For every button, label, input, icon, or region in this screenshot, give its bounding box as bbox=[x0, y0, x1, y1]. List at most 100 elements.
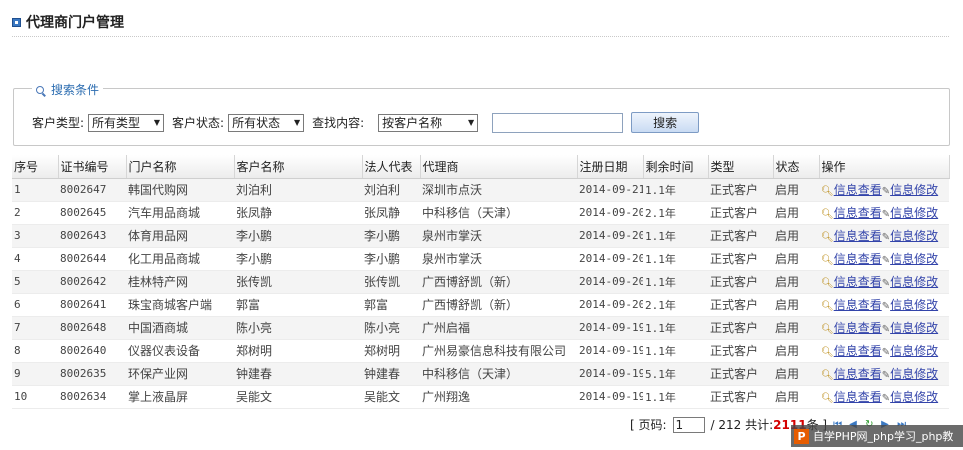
edit-info-link[interactable]: 信息修改 bbox=[890, 390, 938, 404]
keyword-input[interactable] bbox=[492, 112, 624, 133]
row-index: 3 bbox=[12, 224, 58, 248]
page-number-input[interactable]: 1 bbox=[672, 416, 705, 433]
edit-icon: ✎ bbox=[881, 324, 891, 335]
actions-cell: 🔍︎信息查看✎信息修改 bbox=[819, 316, 949, 340]
agent-name: 泉州市掌沃 bbox=[420, 247, 577, 271]
agent-name: 广西博舒凯（新） bbox=[420, 293, 577, 317]
remaining-time: 1.1年 bbox=[643, 270, 708, 294]
customer-type-select[interactable]: 所有类型 ▼ bbox=[88, 113, 165, 132]
page-title: 代理商门户管理 bbox=[26, 15, 124, 31]
cert-number: 8002643 bbox=[58, 224, 126, 248]
table-row: 7 8002648 中国酒商城 陈小亮 陈小亮 广州启福 2014-09-19 1.1年 正式客… bbox=[12, 316, 949, 340]
register-date: 2014-09-20 bbox=[577, 201, 643, 225]
portal-name: 汽车用品商城 bbox=[126, 201, 234, 225]
row-index: 7 bbox=[12, 316, 58, 340]
edit-info-link[interactable]: 信息修改 bbox=[890, 229, 938, 243]
customer-status-select[interactable]: 所有状态 ▼ bbox=[228, 113, 305, 132]
view-info-link[interactable]: 信息查看 bbox=[834, 183, 882, 197]
title-divider bbox=[12, 36, 949, 37]
status: 启用 bbox=[773, 247, 819, 271]
find-field-select[interactable]: 按客户名称 ▼ bbox=[378, 113, 479, 132]
portal-name: 桂林特产网 bbox=[126, 270, 234, 294]
view-icon: 🔍︎ bbox=[821, 393, 834, 404]
edit-info-link[interactable]: 信息修改 bbox=[890, 275, 938, 289]
status: 启用 bbox=[773, 224, 819, 248]
cert-number: 8002644 bbox=[58, 247, 126, 271]
edit-icon: ✎ bbox=[881, 209, 891, 220]
view-info-link[interactable]: 信息查看 bbox=[834, 321, 882, 335]
column-header: 剩余时间 bbox=[643, 155, 709, 179]
column-header: 代理商 bbox=[420, 155, 578, 179]
row-index: 10 bbox=[12, 385, 58, 409]
pager-total: / 212 共计: bbox=[710, 418, 774, 432]
edit-icon: ✎ bbox=[881, 232, 891, 243]
customer-name: 吴能文 bbox=[234, 385, 362, 409]
find-content-label: 查找内容: bbox=[312, 116, 365, 130]
agent-name: 中科移信（天津） bbox=[420, 201, 577, 225]
actions-cell: 🔍︎信息查看✎信息修改 bbox=[819, 293, 949, 317]
page: 代理商门户管理 搜索条件 客户类型: 所有类型 ▼ 客户状态: 所有状态 ▼ 查… bbox=[0, 0, 963, 450]
status: 启用 bbox=[773, 178, 819, 202]
legal-rep: 刘泊利 bbox=[362, 178, 420, 202]
search-legend-text: 搜索条件 bbox=[51, 83, 100, 97]
status: 启用 bbox=[773, 293, 819, 317]
edit-info-link[interactable]: 信息修改 bbox=[890, 183, 938, 197]
view-info-link[interactable]: 信息查看 bbox=[834, 275, 882, 289]
table-row: 4 8002644 化工用品商城 李小鹏 李小鹏 泉州市掌沃 2014-09-20 1.1年正… bbox=[12, 247, 949, 271]
remaining-time: 1.1年 bbox=[643, 339, 708, 363]
watermark: P 自学PHP网_php学习_php教 bbox=[791, 425, 963, 447]
agent-name: 泉州市掌沃 bbox=[420, 224, 577, 248]
agent-name: 广西博舒凯（新） bbox=[420, 270, 577, 294]
portal-name: 体育用品网 bbox=[126, 224, 234, 248]
column-header: 类型 bbox=[708, 155, 774, 179]
watermark-logo: P bbox=[794, 428, 809, 444]
customer-type: 正式客户 bbox=[708, 293, 773, 317]
edit-info-link[interactable]: 信息修改 bbox=[890, 298, 938, 312]
status: 启用 bbox=[773, 201, 819, 225]
edit-info-link[interactable]: 信息修改 bbox=[890, 321, 938, 335]
portal-name: 仪器仪表设备 bbox=[126, 339, 234, 363]
edit-icon: ✎ bbox=[881, 278, 891, 289]
view-info-link[interactable]: 信息查看 bbox=[834, 298, 882, 312]
search-button[interactable]: 搜索 bbox=[631, 112, 700, 133]
register-date: 2014-09-19 bbox=[577, 316, 643, 340]
table-row: 3 8002643 体育用品网 李小鹏 李小鹏 泉州市掌沃 2014-09-20 1.1年 正式… bbox=[12, 224, 949, 248]
chevron-down-icon: ▼ bbox=[153, 118, 161, 127]
cert-number: 8002647 bbox=[58, 178, 126, 202]
find-field-value: 按客户名称 bbox=[382, 116, 443, 130]
legal-rep: 吴能文 bbox=[362, 385, 420, 409]
view-info-link[interactable]: 信息查看 bbox=[834, 390, 882, 404]
view-info-link[interactable]: 信息查看 bbox=[834, 206, 882, 220]
remaining-time: 2.1年 bbox=[643, 293, 708, 317]
view-info-link[interactable]: 信息查看 bbox=[834, 252, 882, 266]
portal-name: 珠宝商城客户端 bbox=[126, 293, 234, 317]
actions-cell: 🔍︎信息查看✎信息修改 bbox=[819, 247, 949, 271]
view-info-link[interactable]: 信息查看 bbox=[834, 229, 882, 243]
cert-number: 8002642 bbox=[58, 270, 126, 294]
row-index: 8 bbox=[12, 339, 58, 363]
column-header: 操作 bbox=[819, 155, 950, 179]
customer-type: 正式客户 bbox=[708, 247, 773, 271]
register-date: 2014-09-20 bbox=[577, 247, 643, 271]
edit-info-link[interactable]: 信息修改 bbox=[890, 367, 938, 381]
view-info-link[interactable]: 信息查看 bbox=[834, 367, 882, 381]
legal-rep: 陈小亮 bbox=[362, 316, 420, 340]
view-icon: 🔍︎ bbox=[821, 347, 834, 358]
view-info-link[interactable]: 信息查看 bbox=[834, 344, 882, 358]
column-header: 客户名称 bbox=[234, 155, 363, 179]
remaining-time: 1.1年 bbox=[643, 224, 708, 248]
view-icon: 🔍︎ bbox=[821, 301, 834, 312]
view-icon: 🔍︎ bbox=[821, 278, 834, 289]
portal-name: 化工用品商城 bbox=[126, 247, 234, 271]
register-date: 2014-09-20 bbox=[577, 224, 643, 248]
search-row: 客户类型: 所有类型 ▼ 客户状态: 所有状态 ▼ 查找内容: 按客户名称 ▼ … bbox=[32, 112, 700, 133]
customer-type: 正式客户 bbox=[708, 270, 773, 294]
edit-info-link[interactable]: 信息修改 bbox=[890, 344, 938, 358]
cert-number: 8002648 bbox=[58, 316, 126, 340]
edit-info-link[interactable]: 信息修改 bbox=[890, 252, 938, 266]
agent-name: 中科移信（天津） bbox=[420, 362, 577, 386]
chevron-down-icon: ▼ bbox=[467, 118, 475, 127]
legal-rep: 李小鹏 bbox=[362, 247, 420, 271]
edit-info-link[interactable]: 信息修改 bbox=[890, 206, 938, 220]
customer-type: 正式客户 bbox=[708, 362, 773, 386]
